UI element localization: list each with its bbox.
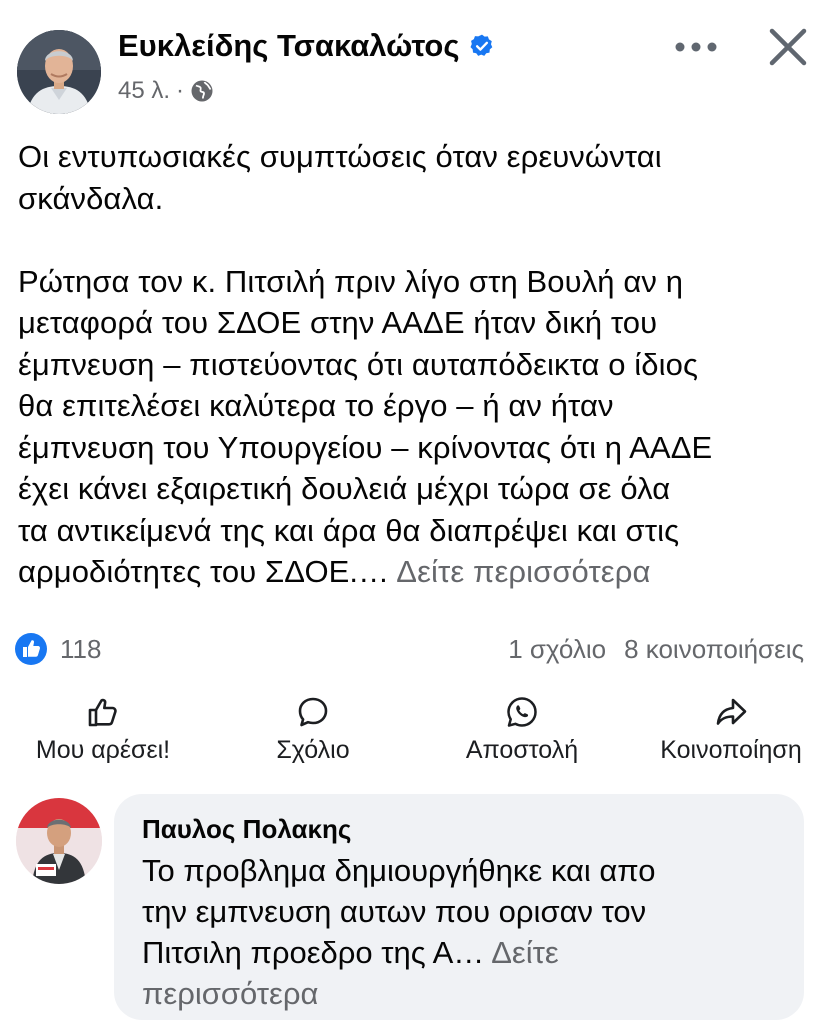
engagement-counts: 1 σχόλιο 8 κοινοποιήσεις	[508, 634, 804, 665]
comment-bubble: Παυλος Πολακης Το προβλημα δημιουργήθηκε…	[114, 794, 804, 1020]
comment-text: Το προβλημα δημιουργήθηκε και απο την εμ…	[142, 850, 782, 1014]
reactions-bar: 118 1 σχόλιο 8 κοινοποιήσεις	[0, 626, 820, 672]
comment-button[interactable]: Σχόλιο	[248, 690, 378, 780]
comment-count[interactable]: 1 σχόλιο	[508, 634, 606, 664]
send-label: Αποστολή	[465, 736, 579, 764]
author-avatar[interactable]	[17, 30, 101, 114]
like-count[interactable]: 118	[60, 634, 101, 665]
commenter-avatar[interactable]	[16, 798, 102, 884]
close-icon	[769, 28, 807, 66]
share-button[interactable]: Κοινοποίηση	[648, 690, 814, 780]
author-name-row[interactable]: Ευκλείδης Τσακαλώτος	[118, 28, 495, 64]
comment-body: Το προβλημα δημιουργήθηκε και απο την εμ…	[142, 853, 656, 970]
author-photo	[17, 30, 101, 114]
verified-badge-icon	[471, 34, 493, 56]
see-more-link[interactable]: Δείτε περισσότερα	[396, 554, 650, 589]
like-button[interactable]: Μου αρέσει!	[20, 690, 186, 780]
comment-label: Σχόλιο	[276, 736, 350, 764]
action-bar: Μου αρέσει! Σχόλιο Αποστολή Κοινοποίηση	[0, 690, 820, 780]
meta-separator: ·	[176, 77, 185, 104]
commenter-name[interactable]: Παυλος Πολακης	[142, 814, 351, 845]
post-text: Οι εντυπωσιακές συμπτώσεις όταν ερευνώντ…	[18, 136, 808, 593]
share-arrow-icon	[716, 698, 747, 725]
whatsapp-icon	[507, 697, 537, 727]
post-body: Οι εντυπωσιακές συμπτώσεις όταν ερευνώντ…	[18, 139, 713, 589]
globe-icon[interactable]	[190, 79, 214, 103]
like-reaction-icon[interactable]	[14, 632, 48, 666]
more-options-button[interactable]	[672, 30, 720, 64]
send-button[interactable]: Αποστολή	[452, 690, 592, 780]
share-count[interactable]: 8 κοινοποιήσεις	[624, 634, 804, 664]
thumbs-up-icon	[88, 698, 117, 727]
post-time[interactable]: 45 λ.	[118, 77, 170, 105]
post-header: Ευκλείδης Τσακαλώτος 45 λ. ·	[0, 0, 820, 125]
author-name[interactable]: Ευκλείδης Τσακαλώτος	[118, 28, 459, 64]
commenter-photo	[16, 798, 102, 884]
more-options-icon	[675, 42, 717, 52]
comment-item: Παυλος Πολακης Το προβλημα δημιουργήθηκε…	[0, 788, 820, 1024]
comment-bubble-icon	[298, 697, 328, 727]
like-label: Μου αρέσει!	[35, 736, 171, 764]
share-label: Κοινοποίηση	[660, 736, 802, 764]
post-meta: 45 λ. ·	[118, 77, 214, 105]
close-button[interactable]	[766, 25, 810, 69]
